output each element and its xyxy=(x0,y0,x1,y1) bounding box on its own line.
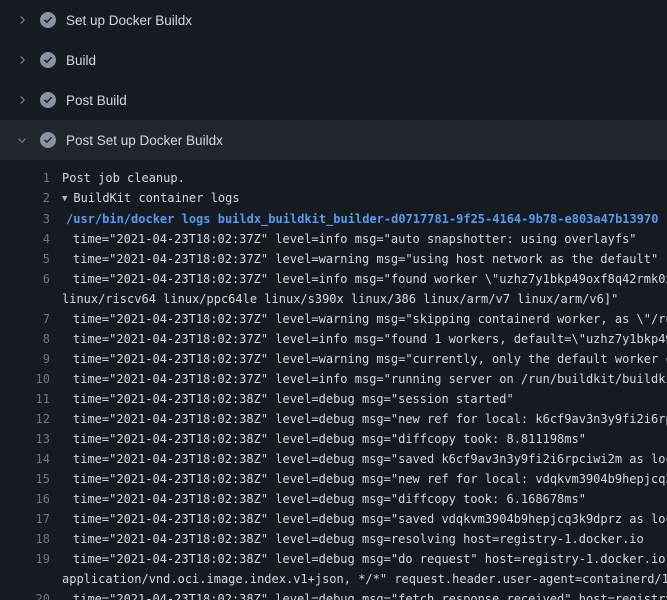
log-line-text: time="2021-04-23T18:02:37Z" level=warnin… xyxy=(50,309,667,329)
log-line-number[interactable]: 19 xyxy=(0,549,50,569)
log-line-text: application/vnd.oci.image.index.v1+json,… xyxy=(50,569,667,589)
log-line-text: /usr/bin/docker logs buildx_buildkit_bui… xyxy=(50,209,658,229)
log-line-text: time="2021-04-23T18:02:37Z" level=info m… xyxy=(50,269,667,289)
log-line-text: time="2021-04-23T18:02:38Z" level=debug … xyxy=(50,429,586,449)
log-line-text: linux/riscv64 linux/ppc64le linux/s390x … xyxy=(50,289,618,309)
log-line[interactable]: 9 time="2021-04-23T18:02:37Z" level=warn… xyxy=(0,349,667,369)
log-line-text: time="2021-04-23T18:02:38Z" level=debug … xyxy=(50,409,667,429)
log-line[interactable]: linux/riscv64 linux/ppc64le linux/s390x … xyxy=(0,289,667,309)
step-label: Set up Docker Buildx xyxy=(66,13,192,28)
log-line[interactable]: 6 time="2021-04-23T18:02:37Z" level=info… xyxy=(0,269,667,289)
log-line-number[interactable]: 9 xyxy=(0,349,50,369)
log-line-text: time="2021-04-23T18:02:37Z" level=info m… xyxy=(50,329,667,349)
log-line-number[interactable]: 4 xyxy=(0,229,50,249)
log-line-number[interactable]: 11 xyxy=(0,389,50,409)
log-line[interactable]: 10 time="2021-04-23T18:02:37Z" level=inf… xyxy=(0,369,667,389)
log-line-text: time="2021-04-23T18:02:38Z" level=debug … xyxy=(50,489,586,509)
actions-log-viewer: Set up Docker Buildx Build Post Build xyxy=(0,0,667,600)
log-line-text: time="2021-04-23T18:02:38Z" level=debug … xyxy=(50,549,667,569)
log-line-number[interactable] xyxy=(0,289,50,309)
chevron-right-icon xyxy=(14,12,30,28)
log-line-number[interactable]: 20 xyxy=(0,589,50,600)
step-header[interactable]: Post Set up Docker Buildx xyxy=(0,120,667,160)
log-line-number[interactable]: 3 xyxy=(0,209,50,229)
log-line-text: time="2021-04-23T18:02:37Z" level=info m… xyxy=(50,369,667,389)
log-line[interactable]: 2 ▼ BuildKit container logs xyxy=(0,188,667,209)
log-line-text: time="2021-04-23T18:02:38Z" level=debug … xyxy=(50,529,644,549)
check-circle-icon xyxy=(40,92,56,108)
log-line-text: ▼ BuildKit container logs xyxy=(50,188,240,209)
chevron-down-icon xyxy=(14,132,30,148)
log-line[interactable]: 12 time="2021-04-23T18:02:38Z" level=deb… xyxy=(0,409,667,429)
log-line[interactable]: 5 time="2021-04-23T18:02:37Z" level=warn… xyxy=(0,249,667,269)
log-line-number[interactable]: 17 xyxy=(0,509,50,529)
step-label: Post Build xyxy=(66,93,127,108)
log-line-text: Post job cleanup. xyxy=(50,168,185,188)
check-circle-icon xyxy=(40,132,56,148)
step-header[interactable]: Post Build xyxy=(0,80,667,120)
step-header[interactable]: Build xyxy=(0,40,667,80)
log-area: 1 Post job cleanup. 2 ▼ BuildKit containe… xyxy=(0,160,667,600)
log-line[interactable]: 11 time="2021-04-23T18:02:38Z" level=deb… xyxy=(0,389,667,409)
log-line[interactable]: 7 time="2021-04-23T18:02:37Z" level=warn… xyxy=(0,309,667,329)
step-label: Build xyxy=(66,53,96,68)
log-line-text: time="2021-04-23T18:02:37Z" level=warnin… xyxy=(50,349,667,369)
log-line-number[interactable]: 12 xyxy=(0,409,50,429)
log-line-text: time="2021-04-23T18:02:38Z" level=debug … xyxy=(50,509,667,529)
log-line-text: time="2021-04-23T18:02:38Z" level=debug … xyxy=(50,469,667,489)
log-line-number[interactable]: 6 xyxy=(0,269,50,289)
log-line-number[interactable]: 2 xyxy=(0,188,50,209)
log-line[interactable]: 17 time="2021-04-23T18:02:38Z" level=deb… xyxy=(0,509,667,529)
log-line-number[interactable]: 5 xyxy=(0,249,50,269)
log-line-text: time="2021-04-23T18:02:38Z" level=debug … xyxy=(50,389,514,409)
log-line-number[interactable]: 15 xyxy=(0,469,50,489)
log-line[interactable]: 8 time="2021-04-23T18:02:37Z" level=info… xyxy=(0,329,667,349)
step-label: Post Set up Docker Buildx xyxy=(66,133,223,148)
log-line-number[interactable]: 7 xyxy=(0,309,50,329)
log-group-title: BuildKit container logs xyxy=(73,191,239,205)
check-circle-icon xyxy=(40,52,56,68)
chevron-right-icon xyxy=(14,92,30,108)
log-line-number[interactable]: 14 xyxy=(0,449,50,469)
step-header[interactable]: Set up Docker Buildx xyxy=(0,0,667,40)
log-line[interactable]: 4 time="2021-04-23T18:02:37Z" level=info… xyxy=(0,229,667,249)
log-line[interactable]: 19 time="2021-04-23T18:02:38Z" level=deb… xyxy=(0,549,667,569)
log-line-number[interactable]: 10 xyxy=(0,369,50,389)
log-line[interactable]: application/vnd.oci.image.index.v1+json,… xyxy=(0,569,667,589)
log-line[interactable]: 3 /usr/bin/docker logs buildx_buildkit_b… xyxy=(0,209,667,229)
log-line-number[interactable] xyxy=(0,569,50,589)
log-line[interactable]: 14 time="2021-04-23T18:02:38Z" level=deb… xyxy=(0,449,667,469)
log-line[interactable]: 13 time="2021-04-23T18:02:38Z" level=deb… xyxy=(0,429,667,449)
log-line-text: time="2021-04-23T18:02:38Z" level=debug … xyxy=(50,589,667,600)
log-line-text: time="2021-04-23T18:02:37Z" level=warnin… xyxy=(50,249,658,269)
log-line[interactable]: 20 time="2021-04-23T18:02:38Z" level=deb… xyxy=(0,589,667,600)
log-line-number[interactable]: 16 xyxy=(0,489,50,509)
log-line[interactable]: 16 time="2021-04-23T18:02:38Z" level=deb… xyxy=(0,489,667,509)
log-line[interactable]: 1 Post job cleanup. xyxy=(0,168,667,188)
log-line-number[interactable]: 8 xyxy=(0,329,50,349)
chevron-right-icon xyxy=(14,52,30,68)
log-line-number[interactable]: 18 xyxy=(0,529,50,549)
log-line[interactable]: 18 time="2021-04-23T18:02:38Z" level=deb… xyxy=(0,529,667,549)
log-line-number[interactable]: 1 xyxy=(0,168,50,188)
log-line[interactable]: 15 time="2021-04-23T18:02:38Z" level=deb… xyxy=(0,469,667,489)
step-list: Set up Docker Buildx Build Post Build xyxy=(0,0,667,160)
check-circle-icon xyxy=(40,12,56,28)
log-line-text: time="2021-04-23T18:02:37Z" level=info m… xyxy=(50,229,637,249)
log-line-number[interactable]: 13 xyxy=(0,429,50,449)
log-line-text: time="2021-04-23T18:02:38Z" level=debug … xyxy=(50,449,667,469)
log-group-toggle-icon[interactable]: ▼ xyxy=(62,189,67,209)
